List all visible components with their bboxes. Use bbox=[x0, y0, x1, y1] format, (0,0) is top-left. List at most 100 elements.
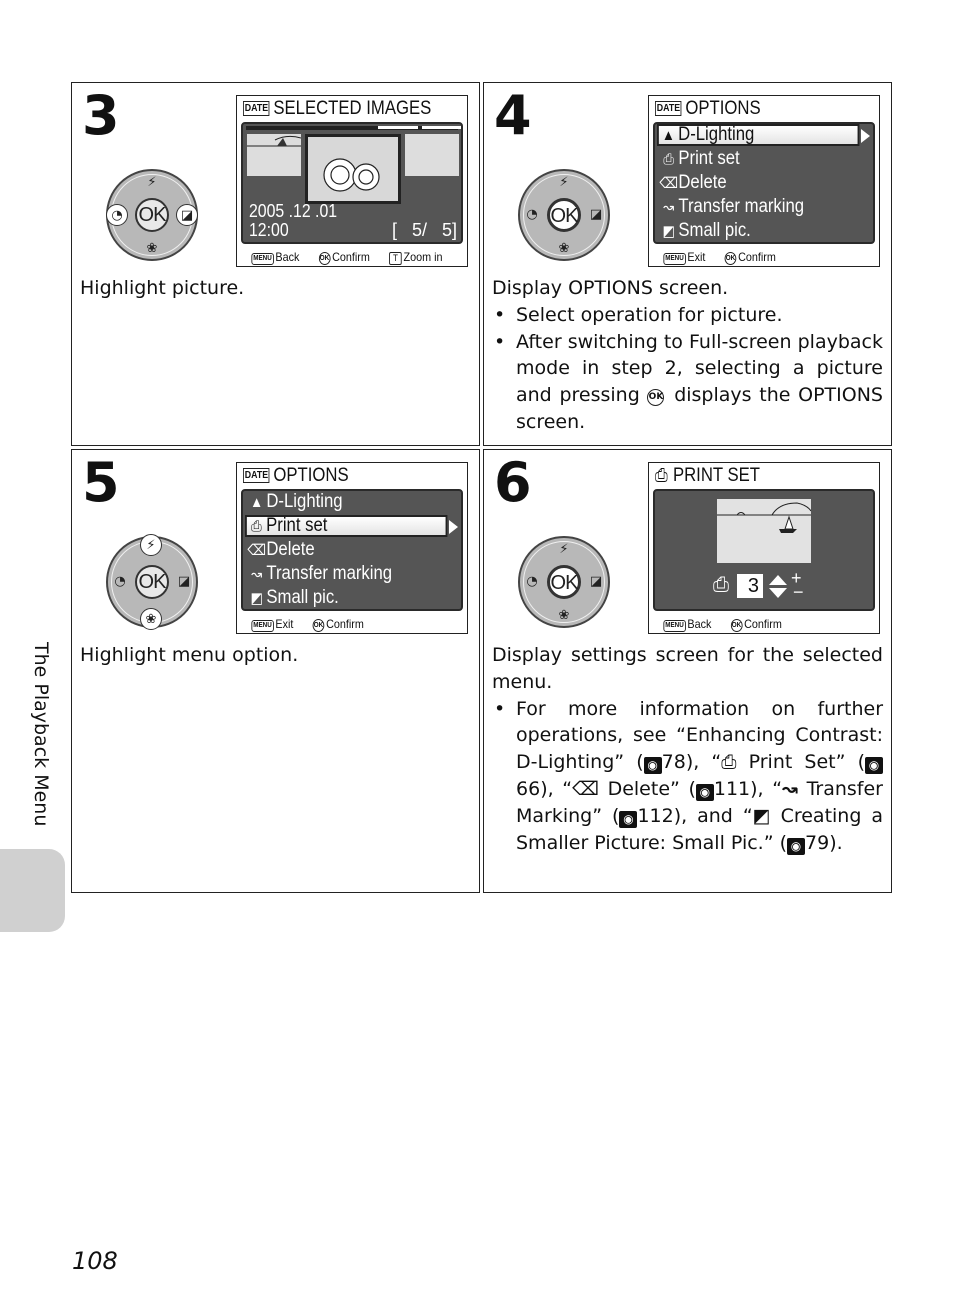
step-6-panel: 6 ⚡ ◔ ◪ ❀ OK ⎙ PRINT SET ⎙ 3 + − MENU Back… bbox=[483, 449, 892, 893]
step-caption: Display OPTIONS screen. Select operation… bbox=[492, 275, 883, 436]
ok-key-icon: OK bbox=[312, 619, 325, 632]
trash-icon: ⌫ bbox=[659, 175, 679, 192]
self-timer-icon: ◔ bbox=[114, 574, 126, 589]
print-icon: ⎙ bbox=[655, 465, 668, 485]
submenu-arrow-icon bbox=[861, 129, 870, 143]
step-caption: Highlight menu option. bbox=[80, 644, 299, 666]
menu-item-transfer-marking[interactable]: ↝ Transfer marking bbox=[247, 563, 423, 585]
thumbnail-next[interactable] bbox=[405, 134, 459, 176]
scroll-bar bbox=[246, 126, 461, 130]
ok-key-icon: OK bbox=[318, 252, 331, 265]
macro-icon: ❀ bbox=[146, 241, 158, 256]
reference-eye-icon: ◉ bbox=[619, 810, 638, 828]
flash-icon-highlighted: ⚡ bbox=[140, 534, 162, 556]
multi-selector-dial: ⚡ ◔ ◪ ❀ OK bbox=[106, 169, 198, 261]
print-icon: ⎙ bbox=[721, 751, 737, 774]
d-lighting-icon: ▲ bbox=[661, 127, 675, 144]
exposure-comp-icon: ◪ bbox=[589, 574, 603, 589]
menu-key-icon: MENU bbox=[663, 253, 686, 265]
thumbnail-previous[interactable] bbox=[247, 134, 302, 176]
bullet-item: For more information on further operatio… bbox=[492, 696, 883, 857]
small-pic-icon: ◩ bbox=[250, 590, 263, 607]
date-icon: DATE bbox=[655, 101, 682, 116]
print-set-panel: ⎙ 3 + − bbox=[653, 489, 875, 611]
menu-item-d-lighting[interactable]: ▲ D-Lighting bbox=[247, 491, 423, 513]
step-number: 5 bbox=[82, 451, 120, 514]
exposure-comp-icon: ◪ bbox=[589, 207, 603, 222]
minus-sign: − bbox=[793, 582, 804, 602]
ok-key-icon: OK bbox=[724, 252, 737, 265]
image-counter: [ 5/ 5] bbox=[391, 220, 457, 240]
screen-footer: MENU Back OK Confirm bbox=[663, 617, 782, 632]
multi-selector-dial: ⚡ ◔ ◪ ❀ OK bbox=[518, 536, 610, 628]
step-4-panel: 4 ⚡ ◔ ◪ ❀ OK DATE OPTIONS ▲ D-Lighting ⎙ Pr… bbox=[483, 82, 892, 446]
small-pic-icon: ◩ bbox=[752, 804, 771, 827]
step-caption: Display settings screen for the selected… bbox=[492, 642, 883, 856]
ok-button-icon-highlighted: OK bbox=[547, 565, 581, 599]
decrease-arrow-icon[interactable] bbox=[769, 588, 787, 598]
step-3-panel: 3 ⚡ ◔ ◪ ❀ OK DATE SELECTED IMAGES 2005 .1… bbox=[71, 82, 480, 446]
date-icon: DATE bbox=[243, 101, 270, 116]
screen-footer: MENU Exit OK Confirm bbox=[251, 617, 364, 632]
options-menu: ▲ D-Lighting ⎙ Print set ⌫Delete ↝ Transfer… bbox=[241, 489, 463, 611]
menu-key-icon: MENU bbox=[251, 620, 274, 632]
section-side-label: The Playback Menu bbox=[30, 642, 52, 827]
screen-title: ⎙ PRINT SET bbox=[655, 465, 760, 486]
menu-item-print-set[interactable]: ⎙ Print set bbox=[245, 515, 448, 537]
zoom-t-key-icon: T bbox=[389, 252, 402, 265]
ok-button-icon: OK bbox=[647, 389, 665, 407]
multi-selector-dial: ⚡ ◔ ◪ ❀ OK bbox=[518, 169, 610, 261]
macro-icon: ❀ bbox=[558, 608, 570, 623]
thumbnail-selected[interactable] bbox=[305, 134, 401, 204]
print-icon: ⎙ bbox=[713, 574, 729, 596]
camera-screen-print-set: ⎙ PRINT SET ⎙ 3 + − MENU Back OK Confirm bbox=[648, 462, 880, 634]
step-caption: Highlight picture. bbox=[80, 277, 245, 299]
reference-eye-icon: ◉ bbox=[695, 783, 714, 801]
screen-title: DATE SELECTED IMAGES bbox=[243, 98, 432, 119]
increase-arrow-icon[interactable] bbox=[769, 575, 787, 585]
step-number: 6 bbox=[494, 451, 532, 514]
menu-key-icon: MENU bbox=[663, 620, 686, 632]
page-number: 108 bbox=[72, 1247, 118, 1275]
menu-key-icon: MENU bbox=[251, 253, 274, 265]
ok-button-icon-highlighted: OK bbox=[547, 198, 581, 232]
photo-datetime: 2005 .12 .01 12:00 bbox=[249, 201, 338, 240]
macro-icon-highlighted: ❀ bbox=[140, 608, 162, 630]
step-number: 3 bbox=[82, 84, 120, 147]
menu-item-small-pic[interactable]: ◩ Small pic. bbox=[247, 587, 423, 609]
step-5-panel: 5 ⚡ ◔ ◪ ❀ OK DATE OPTIONS ▲ D-Lighting ⎙ Pr… bbox=[71, 449, 480, 893]
menu-item-delete[interactable]: ⌫Delete bbox=[247, 539, 423, 561]
screen-footer: MENU Exit OK Confirm bbox=[663, 250, 776, 265]
menu-item-print-set[interactable]: ⎙ Print set bbox=[659, 148, 835, 170]
print-quantity-value[interactable]: 3 bbox=[737, 574, 763, 598]
reference-eye-icon: ◉ bbox=[787, 837, 806, 855]
print-icon: ⎙ bbox=[251, 518, 262, 535]
screen-footer: MENU Back OK Confirm T Zoom in bbox=[251, 250, 443, 265]
self-timer-icon: ◔ bbox=[526, 574, 538, 589]
flash-icon: ⚡ bbox=[147, 175, 157, 190]
transfer-icon: ↝ bbox=[251, 566, 263, 583]
flash-icon: ⚡ bbox=[559, 542, 569, 557]
exposure-comp-icon: ◪ bbox=[177, 574, 191, 589]
flash-icon: ⚡ bbox=[559, 175, 569, 190]
options-menu: ▲ D-Lighting ⎙ Print set ⌫Delete ↝ Transfer… bbox=[653, 122, 875, 244]
reference-eye-icon: ◉ bbox=[643, 757, 662, 775]
step-number: 4 bbox=[494, 84, 532, 147]
transfer-icon: ↝ bbox=[663, 199, 675, 216]
trash-icon: ⌫ bbox=[247, 542, 267, 559]
self-timer-icon-highlighted: ◔ bbox=[106, 204, 128, 226]
print-icon: ⎙ bbox=[663, 151, 674, 168]
menu-item-d-lighting[interactable]: ▲ D-Lighting bbox=[657, 124, 860, 146]
bullet-item: Select operation for picture. bbox=[492, 302, 883, 329]
multi-selector-dial: ⚡ ◔ ◪ ❀ OK bbox=[106, 534, 198, 630]
photo-preview bbox=[717, 499, 812, 563]
camera-screen-selected-images: DATE SELECTED IMAGES 2005 .12 .01 12:00 [… bbox=[236, 95, 468, 267]
ok-key-icon: OK bbox=[730, 619, 743, 632]
menu-item-transfer-marking[interactable]: ↝ Transfer marking bbox=[659, 196, 835, 218]
menu-item-small-pic[interactable]: ◩ Small pic. bbox=[659, 220, 835, 242]
menu-item-delete[interactable]: ⌫Delete bbox=[659, 172, 835, 194]
camera-screen-options: DATE OPTIONS ▲ D-Lighting ⎙ Print set ⌫Dele… bbox=[648, 95, 880, 267]
ok-button-icon: OK bbox=[135, 565, 169, 599]
ok-button-icon: OK bbox=[135, 198, 169, 232]
camera-screen-options: DATE OPTIONS ▲ D-Lighting ⎙ Print set ⌫Dele… bbox=[236, 462, 468, 634]
